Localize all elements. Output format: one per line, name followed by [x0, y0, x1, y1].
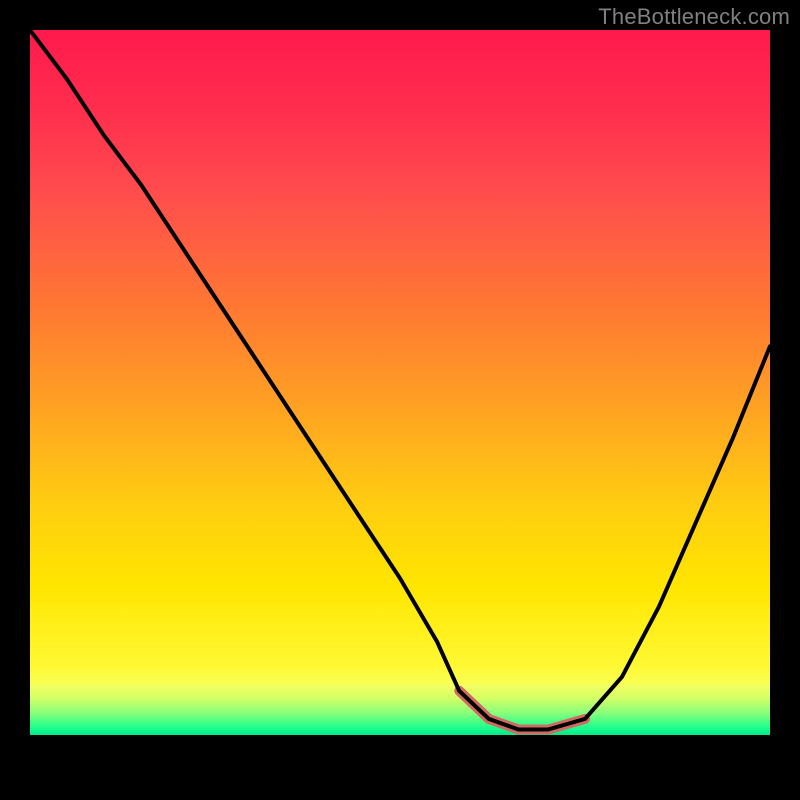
attribution-text: TheBottleneck.com — [598, 4, 790, 30]
curve-svg — [30, 30, 770, 770]
bottleneck-curve — [30, 30, 770, 730]
plot-area — [30, 30, 770, 770]
chart-frame: TheBottleneck.com — [0, 0, 800, 800]
